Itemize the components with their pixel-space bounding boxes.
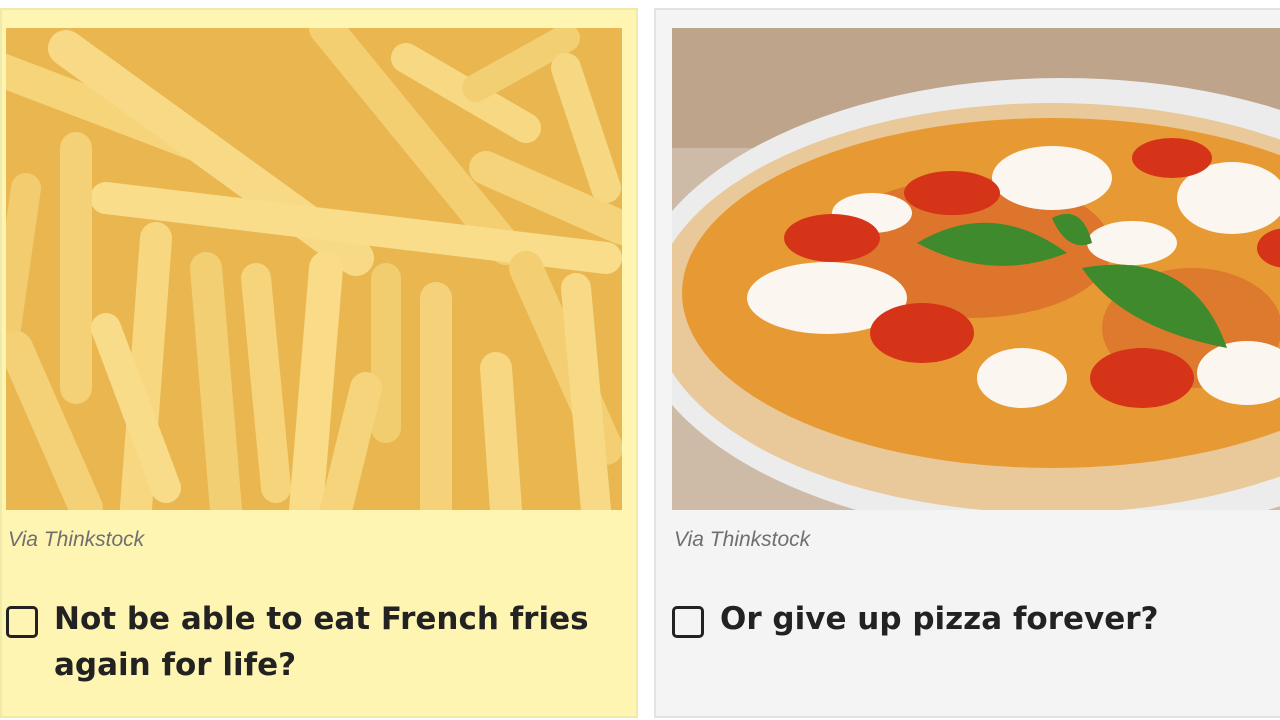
option-label[interactable]: Or give up pizza forever? <box>720 596 1159 642</box>
checkbox-icon[interactable] <box>6 606 38 638</box>
option-fries[interactable]: Not be able to eat French fries again fo… <box>6 596 606 688</box>
photo-credit: Via Thinkstock <box>674 528 811 551</box>
option-label[interactable]: Not be able to eat French fries again fo… <box>54 596 606 688</box>
checkbox-icon[interactable] <box>672 606 704 638</box>
option-pizza[interactable]: Or give up pizza forever? <box>672 596 1272 642</box>
answer-card-fries[interactable]: Via Thinkstock Not be able to eat French… <box>0 8 638 718</box>
photo-credit: Via Thinkstock <box>8 528 145 551</box>
answer-card-pizza[interactable]: Via Thinkstock Or give up pizza forever? <box>654 8 1280 718</box>
pizza-photo <box>672 28 1280 510</box>
french-fries-photo <box>6 28 622 510</box>
